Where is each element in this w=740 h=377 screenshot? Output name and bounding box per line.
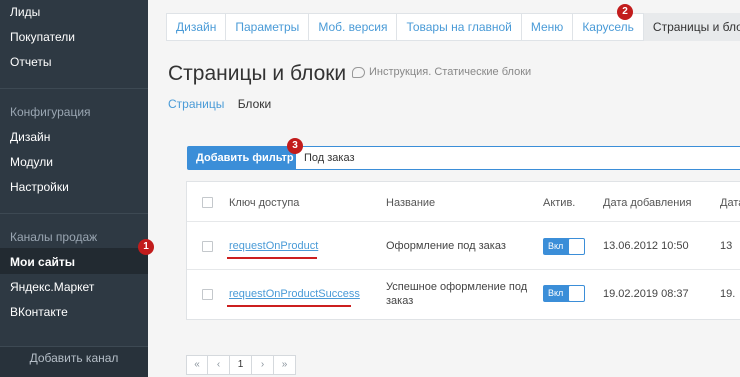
row-checkbox[interactable]: [202, 289, 213, 300]
sidebar-section-config: Конфигурация: [10, 105, 91, 119]
toggle-label: Вкл: [548, 288, 564, 298]
subnav: Страницы Блоки: [168, 97, 271, 111]
toggle-knob: [569, 286, 584, 301]
pagination: « ‹ 1 › »: [186, 355, 296, 375]
sidebar-item-leads[interactable]: Лиды: [10, 5, 40, 19]
page-number-button[interactable]: 1: [230, 355, 252, 375]
column-header-name[interactable]: Название: [386, 197, 435, 209]
help-link[interactable]: Инструкция. Статические блоки: [352, 66, 531, 78]
sidebar-item-yandex-market[interactable]: Яндекс.Маркет: [10, 280, 94, 294]
sidebar-item-modules[interactable]: Модули: [10, 155, 53, 169]
sidebar: Лиды Покупатели Отчеты Конфигурация Диза…: [0, 0, 148, 377]
step-badge: 2: [617, 4, 633, 20]
speech-bubble-icon: [352, 66, 365, 78]
page-title: Страницы и блоки: [168, 62, 347, 85]
first-page-button[interactable]: «: [186, 355, 208, 375]
sidebar-divider: [0, 213, 148, 214]
add-filter-button[interactable]: Добавить фильтр: [187, 146, 304, 170]
sidebar-section-channels: Каналы продаж: [10, 230, 98, 244]
red-underline-annotation: [227, 305, 351, 307]
add-channel-button[interactable]: Добавить канал: [0, 346, 148, 377]
help-label: Инструкция. Статические блоки: [369, 66, 532, 78]
row-key-link[interactable]: requestOnProduct: [229, 240, 318, 252]
step-badge: 1: [138, 239, 154, 255]
row-checkbox[interactable]: [202, 241, 213, 252]
row-name: Оформление под заказ: [386, 240, 506, 252]
column-header-active[interactable]: Актив.: [543, 197, 575, 209]
tab-carousel[interactable]: Карусель: [573, 13, 644, 41]
sidebar-item-my-sites[interactable]: Мои сайты: [10, 255, 75, 269]
filter-search-input[interactable]: Под заказ: [296, 146, 740, 170]
select-all-checkbox[interactable]: [202, 197, 213, 208]
add-filter-label: Добавить фильтр: [196, 152, 294, 164]
tab-menu[interactable]: Меню: [521, 13, 574, 41]
sidebar-item-reports[interactable]: Отчеты: [10, 55, 51, 69]
tab-parameters[interactable]: Параметры: [226, 13, 310, 41]
row-name-line1: Успешное оформление под: [386, 281, 528, 293]
row-key-link[interactable]: requestOnProductSuccess: [229, 288, 360, 300]
row-separator: [187, 221, 740, 222]
subnav-blocks-current: Блоки: [237, 97, 272, 111]
row-name-line2: заказ: [386, 295, 414, 307]
row-date-modified: 13: [720, 240, 733, 252]
column-header-key[interactable]: Ключ доступа: [229, 197, 299, 209]
tab-mobile[interactable]: Моб. версия: [309, 13, 398, 41]
prev-page-button[interactable]: ‹: [208, 355, 230, 375]
row-separator: [187, 269, 740, 270]
active-toggle[interactable]: Вкл: [543, 238, 585, 255]
next-page-button[interactable]: ›: [252, 355, 274, 375]
tab-pages-blocks[interactable]: Страницы и блоки: [643, 13, 740, 41]
sidebar-item-design[interactable]: Дизайн: [10, 130, 50, 144]
last-page-button[interactable]: »: [274, 355, 296, 375]
column-header-date-added[interactable]: Дата добавления: [603, 197, 691, 209]
subnav-pages-link[interactable]: Страницы: [168, 97, 224, 111]
sidebar-item-customers[interactable]: Покупатели: [10, 30, 75, 44]
row-date-added: 19.02.2019 08:37: [603, 288, 689, 300]
row-date-modified: 19.: [720, 288, 736, 300]
column-header-date-modified[interactable]: Дата: [720, 197, 740, 209]
red-underline-annotation: [227, 257, 317, 259]
tab-home-products[interactable]: Товары на главной: [397, 13, 522, 41]
tab-design[interactable]: Дизайн: [166, 13, 227, 41]
active-toggle[interactable]: Вкл: [543, 285, 585, 302]
toggle-knob: [569, 239, 584, 254]
step-badge: 3: [287, 138, 303, 154]
tab-bar: Дизайн Параметры Моб. версия Товары на г…: [166, 13, 740, 41]
row-date-added: 13.06.2012 10:50: [603, 240, 689, 252]
toggle-label: Вкл: [548, 241, 564, 251]
sidebar-item-settings[interactable]: Настройки: [10, 180, 69, 194]
sidebar-divider: [0, 88, 148, 89]
sidebar-item-vkontakte[interactable]: ВКонтакте: [10, 305, 68, 319]
